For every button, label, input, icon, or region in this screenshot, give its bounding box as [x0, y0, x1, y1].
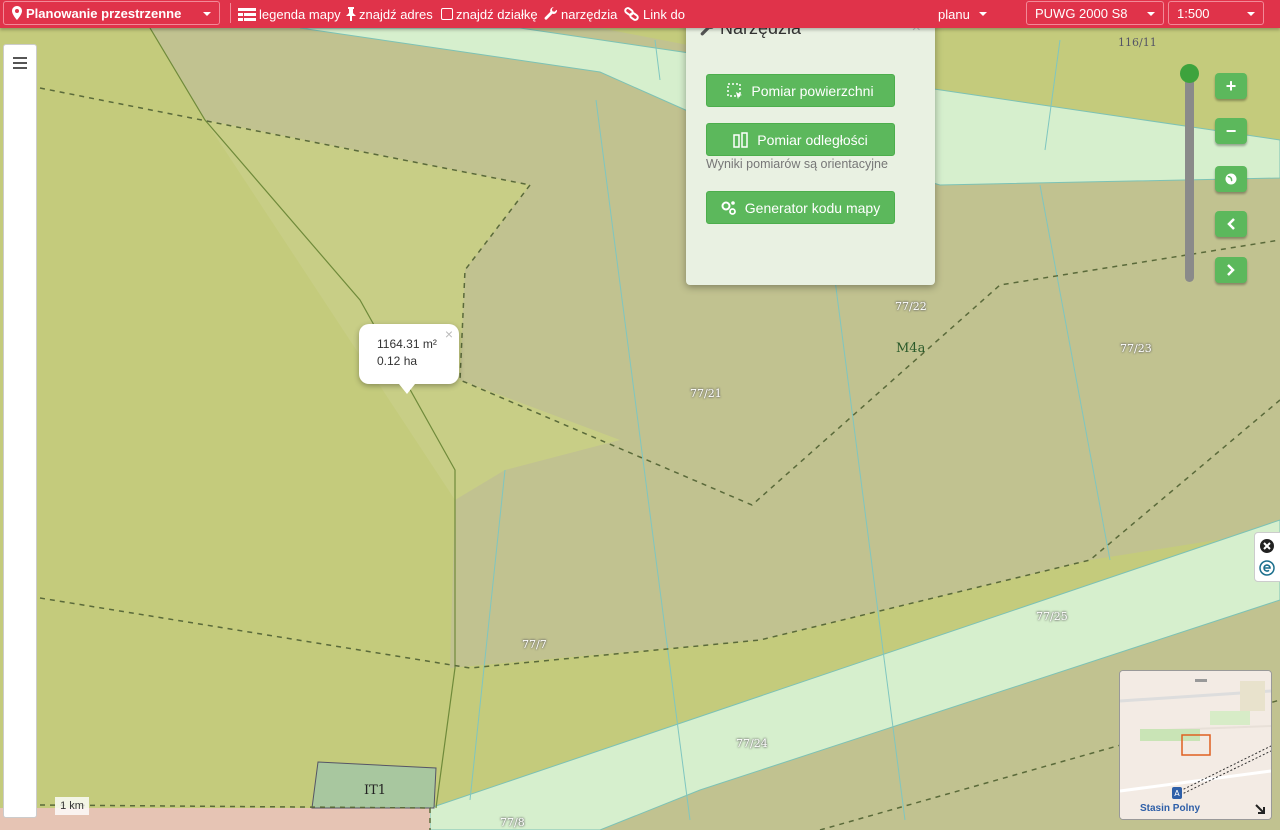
zoom-out-button[interactable]: − [1215, 118, 1247, 144]
link-button[interactable]: Link do [624, 0, 685, 28]
zone-label: IT1 [364, 783, 387, 798]
scale-dropdown[interactable]: 1:500 [1168, 1, 1264, 25]
tools-panel: Narzędzia × Pomiar powierzchni Pomiar od… [686, 9, 935, 285]
parcel-label: 77/8 [500, 816, 525, 829]
menu-icon[interactable] [13, 57, 27, 69]
globe-icon [1225, 173, 1237, 185]
toolbar-divider [230, 3, 231, 23]
tools-label: narzędzia [561, 6, 618, 22]
top-toolbar: Planowanie przestrzenne legenda mapy zna… [0, 0, 1280, 28]
parcel-label: 116/11 [1118, 36, 1157, 49]
area-m2-value: 1164.31 m² [377, 337, 437, 351]
parcel-label: 77/23 [1120, 342, 1152, 355]
tools-button[interactable]: narzędzia [544, 0, 617, 28]
parcel-label: 77/7 [522, 638, 547, 651]
map-canvas[interactable] [0, 28, 1280, 830]
legend-button[interactable]: legenda mapy [238, 0, 341, 28]
plan-dropdown[interactable]: planu [938, 0, 987, 28]
area-measure-button[interactable]: Pomiar powierzchni [706, 74, 895, 107]
find-address-button[interactable]: znajdź adres [346, 0, 433, 28]
close-icon[interactable]: × [445, 326, 453, 342]
next-extent-button[interactable] [1215, 257, 1247, 283]
chevron-down-icon [1247, 12, 1255, 16]
previous-extent-button[interactable] [1215, 211, 1247, 237]
measurement-note: Wyniki pomiarów są orientacyjne [706, 157, 888, 171]
module-dropdown[interactable]: Planowanie przestrzenne [3, 1, 220, 25]
minus-icon: − [1225, 120, 1237, 141]
chevron-down-icon [203, 12, 211, 16]
parcel-label: 77/24 [736, 737, 768, 750]
parcel-label: 77/21 [690, 387, 722, 400]
zoom-slider[interactable] [1185, 70, 1194, 282]
link-label: Link do [643, 6, 685, 22]
close-circle-icon[interactable] [1259, 538, 1275, 554]
overview-map-image: A [1120, 671, 1271, 819]
plus-icon: + [1225, 75, 1237, 96]
full-extent-button[interactable] [1215, 166, 1247, 192]
layers-sidebar [3, 44, 37, 818]
crs-label: PUWG 2000 S8 [1035, 5, 1128, 21]
chevron-right-icon [1227, 264, 1235, 276]
link-icon [624, 7, 639, 21]
wrench-icon [544, 7, 557, 20]
zoom-slider-handle[interactable] [1180, 64, 1199, 83]
e-service-icon[interactable] [1259, 560, 1275, 576]
overview-place-label: Stasin Polny [1140, 803, 1201, 814]
side-tab[interactable] [1254, 532, 1280, 582]
legend-label: legenda mapy [259, 6, 341, 22]
plan-label: planu [938, 6, 970, 22]
zoom-in-button[interactable]: + [1215, 73, 1247, 99]
crs-dropdown[interactable]: PUWG 2000 S8 [1026, 1, 1164, 25]
area-ha-value: 0.12 ha [377, 354, 418, 368]
scale-bar: 1 km [55, 797, 89, 815]
ruler-icon [733, 131, 748, 148]
square-icon [441, 8, 453, 20]
map-marker-icon [12, 6, 22, 20]
zone-label: M4a [896, 341, 926, 356]
overview-map[interactable]: A Stasin Polny [1119, 670, 1272, 820]
parcel-label: 77/25 [1036, 610, 1068, 623]
selection-icon [727, 82, 743, 99]
scale-label: 1:500 [1177, 5, 1210, 21]
gears-icon [721, 200, 736, 215]
chevron-left-icon [1227, 218, 1235, 230]
chevron-down-icon [1147, 12, 1155, 16]
module-label: Planowanie przestrzenne [26, 5, 182, 21]
find-address-label: znajdź adres [359, 6, 433, 22]
map-code-generator-button[interactable]: Generator kodu mapy [706, 191, 895, 224]
chevron-down-icon [978, 12, 987, 16]
table-icon [238, 7, 256, 21]
pushpin-icon [346, 7, 356, 21]
map-code-generator-label: Generator kodu mapy [744, 199, 881, 216]
find-parcel-button[interactable]: znajdź działkę [441, 0, 538, 28]
distance-measure-button[interactable]: Pomiar odległości [706, 123, 895, 156]
find-parcel-label: znajdź działkę [456, 6, 538, 22]
svg-text:A: A [1174, 789, 1180, 798]
measurement-popup: × 1164.31 m² 0.12 ha [359, 324, 459, 394]
parcel-label: 77/22 [895, 300, 927, 313]
area-measure-label: Pomiar powierzchni [751, 82, 874, 99]
distance-measure-label: Pomiar odległości [757, 131, 868, 148]
